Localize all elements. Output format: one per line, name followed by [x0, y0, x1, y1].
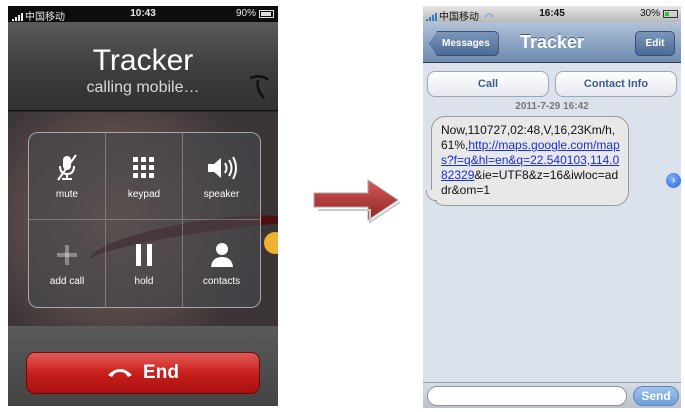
speaker-icon [205, 153, 239, 183]
battery-indicator: 90% [236, 8, 274, 19]
battery-percent: 30% [639, 8, 660, 19]
call-header: Tracker calling mobile… [8, 22, 278, 111]
right-arrow-icon [313, 179, 401, 224]
hold-label: hold [134, 276, 154, 287]
plus-icon [54, 240, 80, 270]
contact-info-button[interactable]: Contact Info [555, 71, 677, 97]
call-status-text: calling mobile… [86, 79, 200, 96]
call-screen: 中国移动 10:43 90% Tracker calling mobile… m… [8, 6, 278, 406]
call-controls: mute keypad speaker add call hold contac… [28, 132, 261, 308]
battery-indicator: 30% [640, 8, 678, 19]
hold-button[interactable]: hold [106, 220, 183, 307]
person-icon [208, 240, 236, 270]
navigation-bar: Messages Tracker Edit [423, 22, 681, 63]
screenshot-composite: 中国移动 10:43 90% Tracker calling mobile… m… [0, 0, 685, 412]
add-call-button[interactable]: add call [29, 220, 106, 307]
keypad-label: keypad [127, 188, 161, 200]
speaker-button[interactable]: speaker [183, 133, 260, 220]
edit-button[interactable]: Edit [635, 31, 675, 56]
calligraphy-decoration [249, 75, 269, 99]
end-call-button[interactable]: End [26, 352, 260, 394]
contact-actions: Call Contact Info [427, 71, 677, 97]
keypad-icon [131, 153, 157, 183]
battery-percent: 90% [235, 8, 256, 19]
keypad-button[interactable]: keypad [106, 133, 183, 220]
disclosure-icon[interactable]: › [666, 173, 681, 188]
add-call-label: add call [49, 276, 85, 287]
compose-bar: Send [423, 382, 681, 408]
status-bar: 中国移动 10:43 90% [8, 6, 278, 23]
mute-button[interactable]: mute [29, 133, 106, 220]
message-timestamp: 2011-7-29 16:42 [515, 101, 589, 112]
microphone-mute-icon [54, 153, 80, 183]
end-call-label: End [143, 362, 179, 383]
contacts-label: contacts [202, 276, 241, 287]
battery-icon [663, 9, 678, 18]
message-input[interactable] [427, 386, 627, 406]
contact-name: Tracker [92, 44, 194, 77]
pause-icon [131, 240, 157, 270]
battery-icon [259, 9, 274, 18]
status-bar: 中国移动 ◠ 16:45 30% [423, 6, 681, 23]
mute-label: mute [55, 188, 79, 200]
contacts-button[interactable]: contacts [183, 220, 260, 307]
speaker-label: speaker [203, 188, 240, 200]
phone-hangup-icon [107, 362, 133, 384]
call-button[interactable]: Call [427, 71, 549, 97]
end-call-area: End [8, 326, 278, 406]
send-button[interactable]: Send [633, 386, 679, 406]
message-bubble: Now,110727,02:48,V,16,23Km/h,61%,http://… [426, 116, 629, 206]
message-screen: 中国移动 ◠ 16:45 30% Messages Tracker Edit C… [423, 6, 681, 408]
